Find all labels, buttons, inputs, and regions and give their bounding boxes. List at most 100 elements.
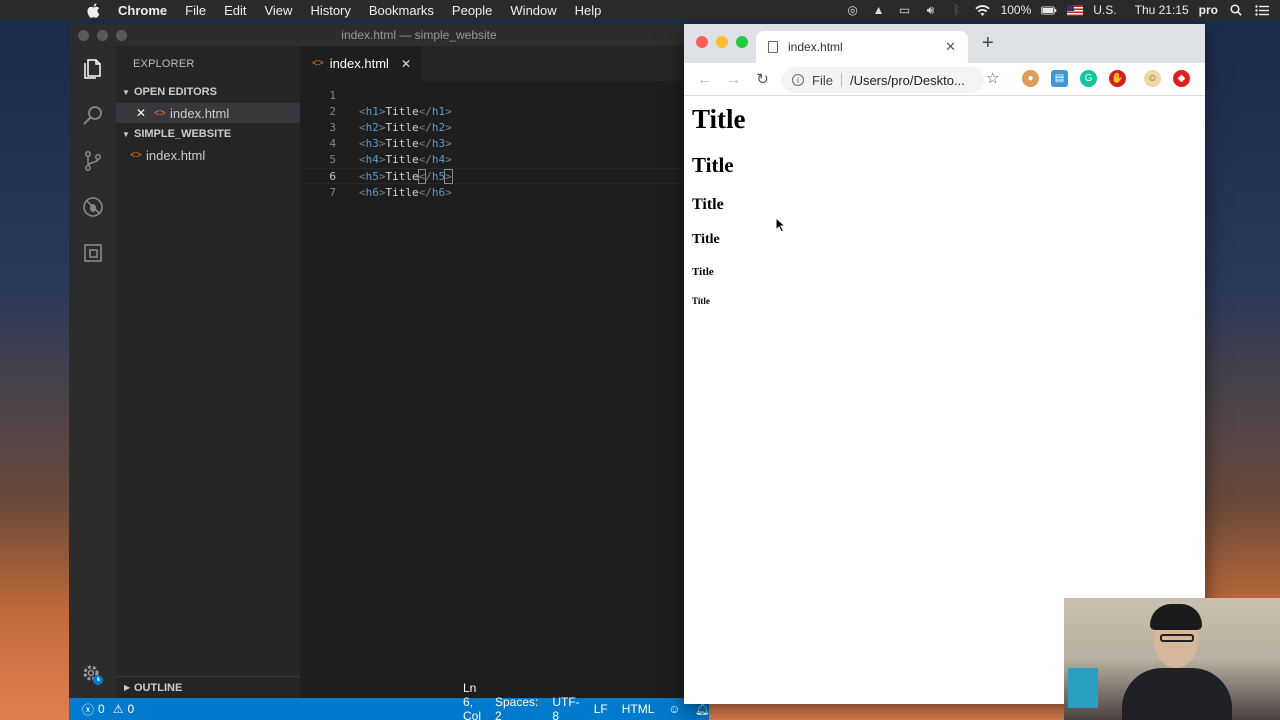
code-text: <h5>Title</h5> — [359, 168, 453, 184]
code-text: <h4>Title</h4> — [359, 153, 452, 167]
volume-icon[interactable]: 🔊︎ — [923, 3, 939, 17]
menu-window[interactable]: Window — [501, 3, 565, 18]
file-encoding[interactable]: UTF-8 — [552, 695, 579, 720]
menu-people[interactable]: People — [443, 3, 501, 18]
menu-bookmarks[interactable]: Bookmarks — [360, 3, 443, 18]
heading-h4: Title — [692, 232, 720, 247]
project-folder-section[interactable]: ▼ SIMPLE_WEBSITE — [116, 123, 300, 145]
code-line[interactable]: 5 <h4>Title</h4> — [300, 152, 709, 168]
forward-button[interactable]: → — [719, 71, 748, 88]
background-sign — [1068, 668, 1098, 708]
address-bar[interactable]: i File /Users/pro/Deskto... — [782, 67, 984, 93]
end-of-line[interactable]: LF — [594, 702, 608, 716]
code-line[interactable]: 2 <h1>Title</h1> — [300, 103, 709, 119]
feedback-smiley-icon[interactable]: ☺ — [668, 702, 680, 716]
code-line[interactable]: 4 <h3>Title</h3> — [300, 136, 709, 152]
error-count: 0 — [98, 702, 105, 716]
menu-file[interactable]: File — [176, 3, 215, 18]
input-source-label[interactable]: U.S. — [1093, 3, 1116, 17]
problems-indicator[interactable]: ⓧ 0 ⚠ 0 — [82, 701, 134, 718]
vscode-window-title: index.html — simple_website — [341, 28, 497, 42]
vscode-status-bar: ⓧ 0 ⚠ 0 Ln 6, Col 15 Spaces: 2 UTF-8 LF … — [69, 681, 709, 720]
red-extension-icon[interactable]: ◆ — [1173, 70, 1190, 87]
close-editor-icon[interactable]: ✕ — [136, 106, 148, 120]
omnibox-divider — [840, 73, 842, 87]
source-control-icon[interactable] — [69, 138, 116, 184]
settings-gear-icon[interactable] — [69, 652, 116, 698]
search-icon[interactable] — [69, 92, 116, 138]
us-flag-icon[interactable] — [1067, 3, 1084, 17]
code-line[interactable]: 7 <h6>Title</h6> — [300, 184, 709, 200]
browser-tab[interactable]: index.html ✕ — [756, 31, 968, 63]
webcam-overlay — [1064, 598, 1280, 720]
line-number: 1 — [329, 88, 336, 102]
vscode-close-button[interactable] — [78, 30, 89, 41]
code-line[interactable]: 3 <h2>Title</h2> — [300, 119, 709, 135]
notifications-bell-icon[interactable]: 🔔︎ — [695, 702, 709, 716]
menu-view[interactable]: View — [255, 3, 301, 18]
chrome-minimize-button[interactable] — [716, 36, 728, 48]
open-editor-item[interactable]: ✕ <> index.html — [116, 103, 300, 123]
project-file-item[interactable]: <> index.html — [116, 145, 300, 165]
presenter-body — [1122, 668, 1232, 720]
close-tab-icon[interactable]: ✕ — [401, 57, 411, 71]
site-info-icon[interactable]: i — [792, 74, 804, 86]
close-tab-icon[interactable]: ✕ — [945, 39, 956, 55]
extensions-icon[interactable] — [69, 230, 116, 276]
extension-icons: ● ▤ G ✋ ☺ ◆ — [1022, 70, 1190, 87]
spotlight-search-icon[interactable] — [1228, 3, 1244, 17]
chrome-close-button[interactable] — [696, 36, 708, 48]
notification-center-icon[interactable] — [1254, 3, 1270, 17]
warning-icon: ⚠ — [112, 702, 124, 716]
open-editor-filename: index.html — [170, 105, 230, 121]
menu-history[interactable]: History — [301, 3, 359, 18]
editor-tabs: <> index.html ✕ — [300, 46, 709, 81]
adobe-acrobat-icon[interactable]: ▲ — [871, 3, 887, 17]
menu-help[interactable]: Help — [566, 3, 611, 18]
cursor-position[interactable]: Ln 6, Col 15 — [463, 681, 481, 720]
code-text: <h6>Title</h6> — [359, 185, 452, 199]
code-text: <h2>Title</h2> — [359, 120, 452, 134]
line-number: 2 — [329, 104, 336, 118]
avatar-extension-icon[interactable]: ☺ — [1144, 70, 1161, 87]
menu-app-chrome[interactable]: Chrome — [114, 3, 176, 18]
window-extension-icon[interactable]: ▤ — [1051, 70, 1068, 87]
vscode-zoom-button[interactable] — [116, 30, 127, 41]
outline-section[interactable]: ▶ OUTLINE — [116, 676, 300, 698]
adblock-extension-icon[interactable]: ✋ — [1109, 70, 1126, 87]
tab-index-html[interactable]: <> index.html ✕ — [300, 46, 421, 81]
bluetooth-icon[interactable]: ᛒ — [949, 3, 965, 17]
language-mode[interactable]: HTML — [622, 702, 655, 716]
back-button[interactable]: ← — [690, 71, 719, 88]
indentation-setting[interactable]: Spaces: 2 — [495, 695, 538, 720]
menu-edit[interactable]: Edit — [215, 3, 255, 18]
vscode-titlebar[interactable]: index.html — simple_website — [69, 24, 709, 46]
code-area[interactable]: 1 2 <h1>Title</h1> 3 <h2>Title</h2> 4 <h… — [300, 81, 709, 200]
battery-icon[interactable] — [1041, 3, 1057, 17]
creative-cloud-icon[interactable]: ◎ — [845, 3, 861, 17]
open-editors-section[interactable]: ▼ OPEN EDITORS — [116, 81, 300, 103]
heading-h6: Title — [692, 296, 710, 306]
code-text: <h3>Title</h3> — [359, 137, 452, 151]
grammarly-extension-icon[interactable]: G — [1080, 70, 1097, 87]
chrome-zoom-button[interactable] — [736, 36, 748, 48]
battery-percentage: 100% — [1000, 3, 1032, 17]
airplay-icon[interactable]: ▭ — [897, 3, 913, 17]
code-line[interactable]: 1 — [300, 87, 709, 103]
cookie-extension-icon[interactable]: ● — [1022, 70, 1039, 87]
wifi-icon[interactable] — [975, 3, 991, 17]
menubar-clock[interactable]: Thu 21:15 — [1135, 3, 1189, 17]
vscode-window: index.html — simple_website EXPLORER ▼ O… — [69, 24, 709, 720]
new-tab-button[interactable]: + — [982, 32, 994, 55]
explorer-icon[interactable] — [69, 46, 116, 92]
url-text[interactable]: /Users/pro/Deskto... — [850, 73, 965, 88]
code-line-active[interactable]: 6 <h5>Title</h5> — [300, 167, 709, 185]
apple-menu-icon[interactable] — [84, 2, 102, 18]
vscode-minimize-button[interactable] — [97, 30, 108, 41]
explorer-sidebar: EXPLORER ▼ OPEN EDITORS ✕ <> index.html … — [116, 46, 300, 698]
debug-icon[interactable] — [69, 184, 116, 230]
chrome-toolbar: ← → ↻ i File /Users/pro/Deskto... ☆ ● ▤ … — [684, 63, 1205, 96]
bookmark-star-icon[interactable]: ☆ — [986, 69, 999, 87]
reload-button[interactable]: ↻ — [748, 70, 777, 88]
menubar-user[interactable]: pro — [1199, 3, 1218, 17]
